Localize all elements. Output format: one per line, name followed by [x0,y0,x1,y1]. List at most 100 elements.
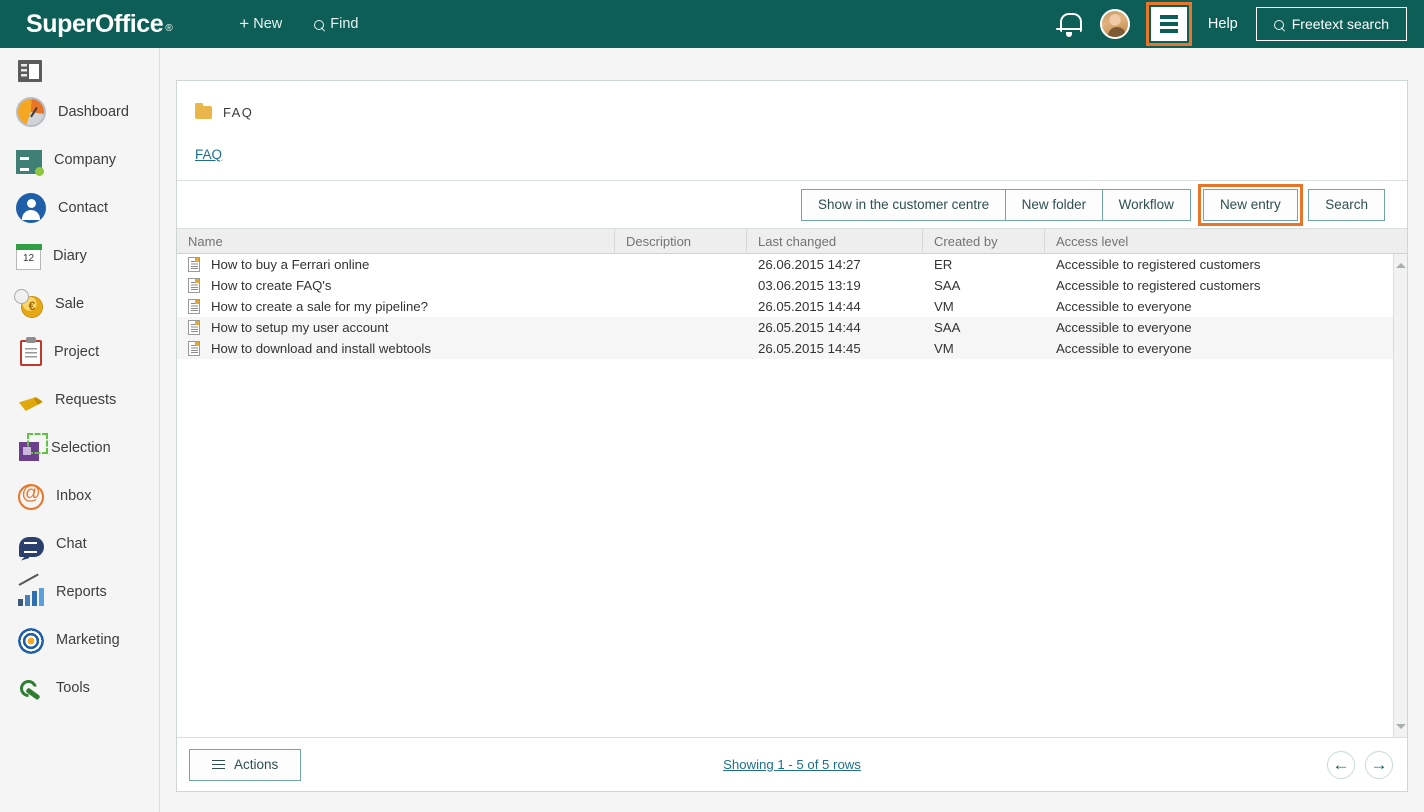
sidebar-item-company[interactable]: Company [0,136,159,184]
search-icon [1273,19,1285,31]
sidebar-item-marketing[interactable]: Marketing [0,616,159,664]
logo-text: SuperOffice [26,9,164,38]
table-row[interactable]: How to create a sale for my pipeline? 26.… [177,296,1407,317]
sidebar-item-label: Contact [58,200,108,216]
help-link[interactable]: Help [1208,16,1238,32]
superoffice-logo[interactable]: SuperOffice ® [26,9,173,39]
sidebar-item-chat[interactable]: Chat [0,520,159,568]
table-rows-container: How to buy a Ferrari online 26.06.2015 14… [177,254,1407,359]
cell-access-level: Accessible to registered customers [1056,257,1261,272]
column-header-created-by[interactable]: Created by [923,228,1045,254]
ticket-icon [19,397,43,411]
sidebar-item-dashboard[interactable]: Dashboard [0,88,159,136]
sidebar-item-label: Dashboard [58,104,129,120]
column-header-name[interactable]: Name [177,228,615,254]
at-sign-icon [18,483,44,510]
chat-bubble-icon [19,536,44,557]
new-button[interactable]: + New [239,14,282,34]
cell-last-changed: 26.06.2015 14:27 [758,257,861,272]
sidebar-item-diary[interactable]: Diary [0,232,159,280]
top-header-bar: SuperOffice ® + New Find Help Freetext s… [0,0,1424,48]
sidebar-item-tools[interactable]: Tools [0,664,159,712]
page-title: FAQ [223,105,254,120]
cell-description [615,338,747,359]
sidebar-item-reports[interactable]: Reports [0,568,159,616]
scroll-up-icon[interactable] [1394,258,1407,272]
find-button[interactable]: Find [314,16,358,32]
cell-description [615,317,747,338]
cell-last-changed: 26.05.2015 14:44 [758,320,861,335]
cell-name: How to setup my user account [177,317,615,338]
sidebar-item-label: Chat [56,536,87,552]
calendar-icon [15,244,42,270]
wrench-icon [18,678,44,702]
sidebar-item-inbox[interactable]: Inbox [0,472,159,520]
sidebar-nav-list: Dashboard Company Contact Diary Sale Project R… [0,88,159,712]
table-row[interactable]: How to create FAQ's 03.06.2015 13:19 SAA Ac… [177,275,1407,296]
cell-created-by: VM [934,299,954,314]
search-button[interactable]: Search [1308,188,1385,221]
panel-toggle-icon[interactable] [18,60,42,82]
sidebar-item-label: Selection [51,440,111,456]
user-avatar[interactable] [1099,9,1130,39]
panel-footer: Actions Showing 1 - 5 of 5 rows ← → [177,737,1407,791]
table-body: How to buy a Ferrari online 26.06.2015 14… [177,254,1407,737]
panel-toolbar: Show in the customer centre New folder W… [177,181,1407,229]
list-menu-icon[interactable] [1150,7,1187,41]
new-entry-button[interactable]: New entry [1202,188,1298,221]
table-row[interactable]: How to download and install webtools 26.0… [177,338,1407,359]
sidebar-item-sale[interactable]: Sale [0,280,159,328]
sidebar-item-label: Reports [56,584,107,600]
sidebar-item-project[interactable]: Project [0,328,159,376]
freetext-search-button[interactable]: Freetext search [1255,7,1407,41]
column-header-description[interactable]: Description [615,228,747,254]
sidebar-item-label: Project [54,344,100,360]
sidebar-item-label: Tools [56,680,90,696]
main-content-area: FAQ FAQ Show in the customer centre New … [160,48,1424,812]
folder-title-row: FAQ [195,103,254,120]
sidebar-item-selection[interactable]: Selection [0,424,159,472]
selection-icon [19,433,48,461]
cell-description [615,254,747,275]
target-icon [18,628,44,654]
contact-icon [16,193,46,223]
cell-created-by: SAA [934,278,961,293]
coin-icon [14,289,43,318]
cell-access-level: Accessible to registered customers [1056,278,1261,293]
arrow-left-icon[interactable]: ← [1327,750,1355,779]
header-right-group: Help Freetext search [1052,2,1407,46]
sidebar-item-requests[interactable]: Requests [0,376,159,424]
column-header-access-level[interactable]: Access level [1045,229,1385,254]
cell-text: How to create a sale for my pipeline? [211,299,428,314]
show-in-customer-centre-button[interactable]: Show in the customer centre [801,188,1007,221]
bell-icon[interactable] [1052,7,1086,41]
showing-rows-label[interactable]: Showing 1 - 5 of 5 rows [723,757,861,772]
document-icon [188,341,200,356]
cell-last-changed: 26.05.2015 14:44 [758,299,861,314]
hamburger-icon [212,759,225,770]
table-row[interactable]: How to setup my user account 26.05.2015 1… [177,317,1407,338]
cell-text: How to setup my user account [211,320,389,335]
column-header-last-changed[interactable]: Last changed [747,228,923,254]
pagination-controls: ← → [1327,750,1393,779]
scroll-down-icon[interactable] [1394,719,1407,733]
sidebar-item-contact[interactable]: Contact [0,184,159,232]
cell-access-level: Accessible to everyone [1056,299,1192,314]
cell-last-changed: 03.06.2015 13:19 [758,278,861,293]
breadcrumb[interactable]: FAQ [195,147,222,162]
new-folder-button[interactable]: New folder [1004,188,1104,221]
cell-created-by: VM [934,341,954,356]
workflow-button[interactable]: Workflow [1101,188,1191,221]
arrow-right-icon[interactable]: → [1365,750,1393,779]
actions-button[interactable]: Actions [189,748,302,781]
plus-icon: + [239,14,250,33]
cell-created-by: ER [934,257,953,272]
sidebar-item-label: Sale [55,296,85,312]
table-row[interactable]: How to buy a Ferrari online 26.06.2015 14… [177,254,1407,275]
list-menu-highlight [1145,2,1192,46]
vertical-scrollbar[interactable] [1393,254,1407,737]
table-header-row: Name Description Last changed Created by… [177,228,1407,254]
actions-button-label: Actions [234,757,279,772]
folder-icon [195,103,212,119]
sidebar-item-label: Diary [53,248,87,264]
